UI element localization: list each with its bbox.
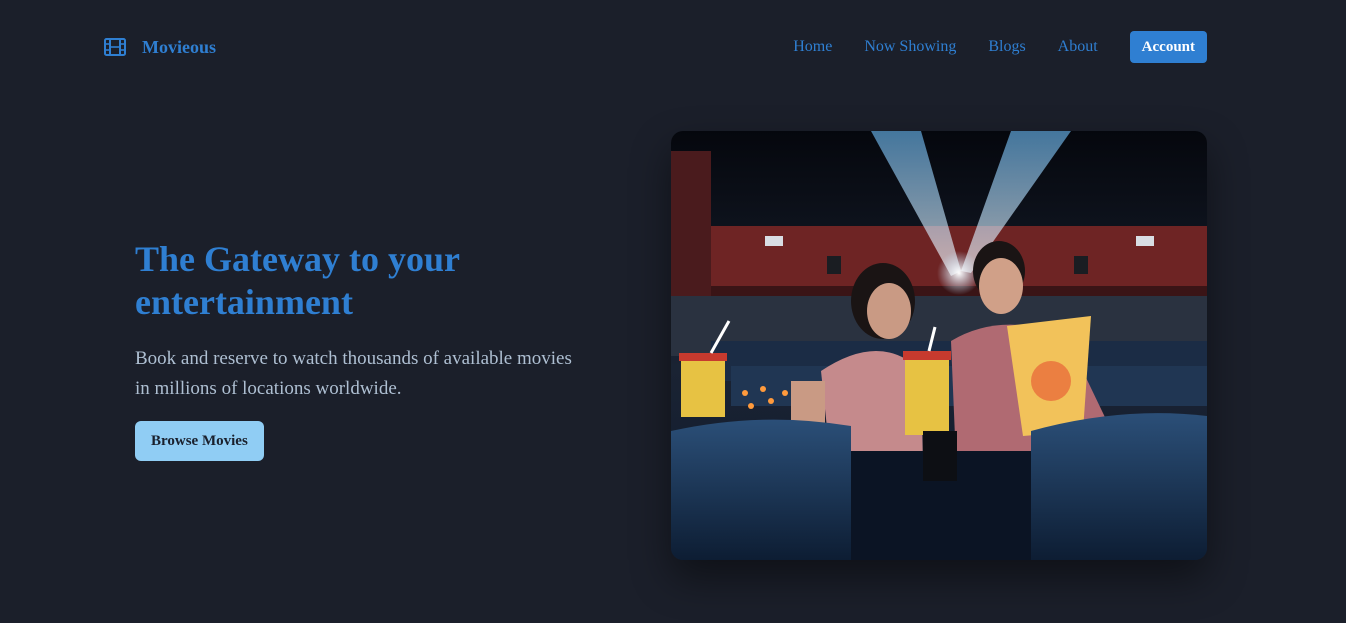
hero-subtitle: Book and reserve to watch thousands of a… bbox=[135, 348, 572, 399]
hero-image bbox=[671, 131, 1207, 560]
nav-link-blogs[interactable]: Blogs bbox=[988, 38, 1025, 56]
hero-title: The Gateway to your entertainment bbox=[135, 239, 460, 322]
movie-theater-photo bbox=[671, 131, 1207, 560]
nav-link-home[interactable]: Home bbox=[793, 38, 832, 56]
browse-movies-button[interactable]: Browse Movies bbox=[135, 421, 264, 461]
brand-name: Movieous bbox=[142, 36, 216, 57]
film-icon bbox=[104, 38, 126, 56]
brand-logo-link[interactable]: Movieous bbox=[104, 36, 216, 58]
nav-link-now-showing[interactable]: Now Showing bbox=[864, 38, 956, 56]
nav-link-about[interactable]: About bbox=[1058, 38, 1098, 56]
top-navbar: Movieous Home Now Showing Blogs About Ac… bbox=[0, 0, 1346, 94]
account-button[interactable]: Account bbox=[1129, 31, 1207, 63]
nav-links: Home Now Showing Blogs About Account bbox=[793, 31, 1207, 63]
hero-section: The Gateway to your entertainment Book a… bbox=[135, 238, 575, 461]
